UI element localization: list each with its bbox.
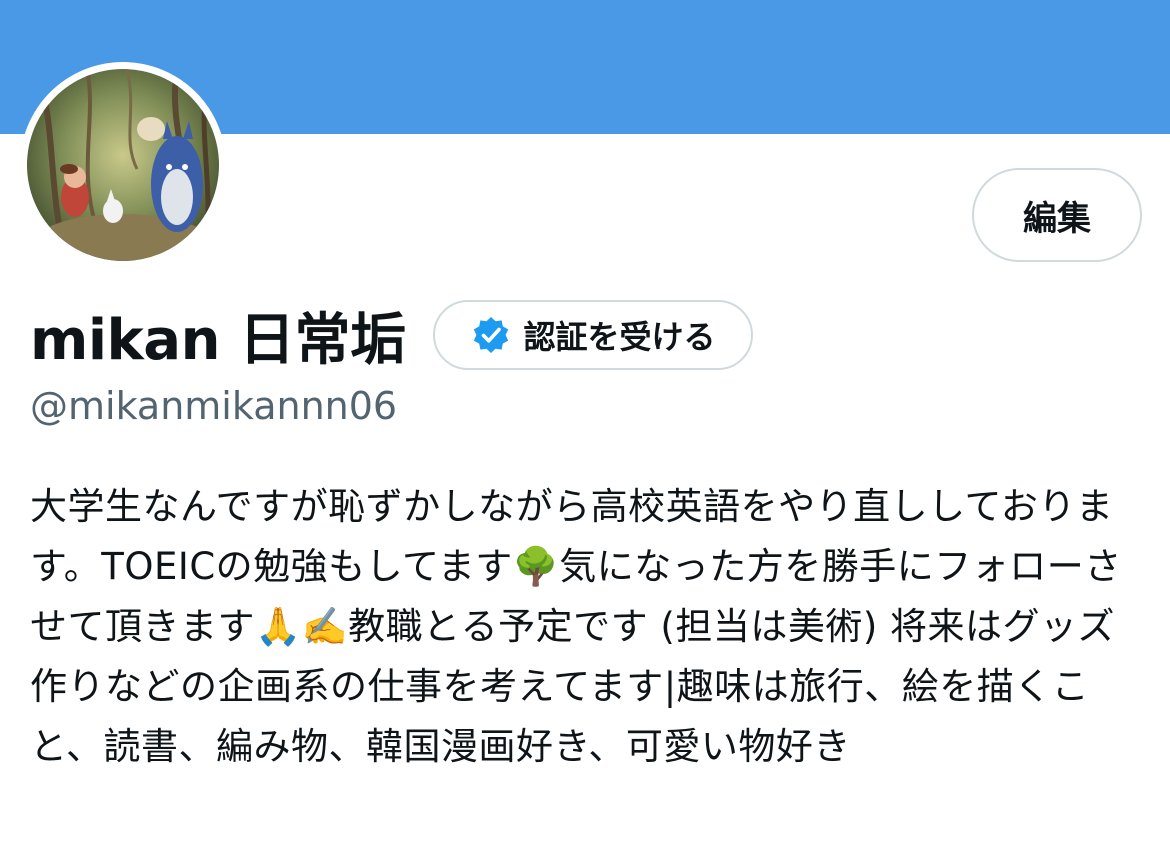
verified-badge-icon (474, 317, 509, 353)
display-name: mikan 日常垢 (30, 307, 406, 373)
profile-page: 編集 mikan 日常垢 認証を受ける @mikanmikannn06 大学生な… (0, 0, 1170, 852)
get-verified-button[interactable]: 認証を受ける (433, 300, 754, 370)
profile-bio: 大学生なんですが恥ずかしながら高校英語をやり直ししております。TOEICの勉強も… (30, 485, 1122, 768)
edit-profile-button[interactable]: 編集 (972, 168, 1142, 262)
user-handle: @mikanmikannn06 (30, 384, 398, 428)
avatar[interactable] (20, 62, 226, 268)
get-verified-label: 認証を受ける (523, 318, 716, 356)
avatar-image (27, 69, 219, 261)
name-row: mikan 日常垢 認証を受ける (30, 293, 754, 377)
